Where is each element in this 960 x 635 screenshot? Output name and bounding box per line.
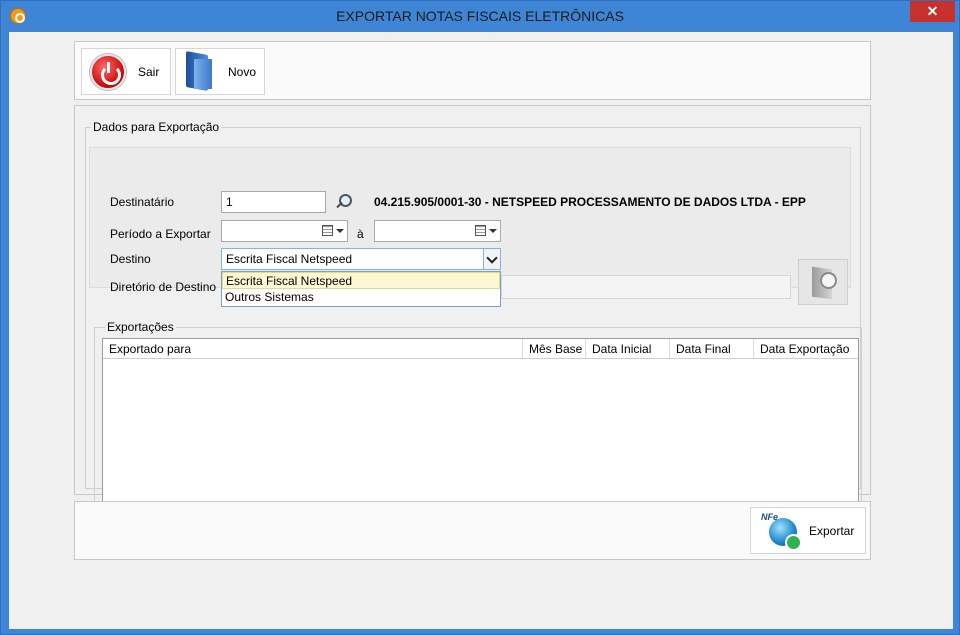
destinatario-info: 04.215.905/0001-30 - NETSPEED PROCESSAME… bbox=[374, 195, 806, 209]
destino-dropdown-list: Escrita Fiscal Netspeed Outros Sistemas bbox=[221, 271, 501, 307]
periodo-label: Período a Exportar bbox=[110, 227, 211, 241]
periodo-end-input[interactable] bbox=[374, 220, 501, 242]
dropdown-option[interactable]: Outros Sistemas bbox=[222, 289, 500, 306]
chevron-down-icon[interactable] bbox=[483, 249, 500, 269]
sair-button[interactable]: Sair bbox=[81, 48, 171, 95]
nfe-export-icon: NFe bbox=[761, 511, 802, 551]
destino-select[interactable]: Escrita Fiscal Netspeed bbox=[221, 248, 501, 270]
chevron-down-icon[interactable] bbox=[336, 229, 344, 233]
sair-label: Sair bbox=[138, 64, 160, 79]
app-window: EXPORTAR NOTAS FISCAIS ELETRÔNICAS ✕ Sai… bbox=[0, 0, 960, 635]
close-button[interactable]: ✕ bbox=[910, 1, 955, 22]
calendar-icon[interactable] bbox=[475, 225, 486, 236]
periodo-separator: à bbox=[357, 227, 364, 241]
column-header[interactable]: Exportado para bbox=[103, 339, 523, 359]
dropdown-option[interactable]: Escrita Fiscal Netspeed bbox=[222, 272, 500, 289]
destinatario-input[interactable]: 1 bbox=[221, 191, 326, 213]
column-header[interactable]: Data Inicial bbox=[586, 339, 670, 359]
destinatario-label: Destinatário bbox=[110, 195, 175, 209]
action-bar: NFe Exportar bbox=[74, 501, 871, 560]
new-folder-icon bbox=[186, 53, 214, 91]
column-header[interactable]: Data Exportação bbox=[754, 339, 858, 359]
diretorio-input[interactable] bbox=[501, 275, 791, 299]
chevron-down-icon[interactable] bbox=[489, 229, 497, 233]
destino-label: Destino bbox=[110, 252, 151, 266]
periodo-start-input[interactable] bbox=[221, 220, 348, 242]
exports-table: Exportado para Mês Base Data Inicial Dat… bbox=[102, 338, 859, 505]
export-data-group-label: Dados para Exportação bbox=[91, 120, 222, 134]
window-title: EXPORTAR NOTAS FISCAIS ELETRÔNICAS bbox=[336, 8, 624, 24]
toolbar: Sair Novo bbox=[74, 41, 871, 100]
exportar-label: Exportar bbox=[809, 523, 855, 538]
novo-label: Novo bbox=[228, 64, 257, 79]
exportar-button[interactable]: NFe Exportar bbox=[750, 507, 866, 554]
column-header[interactable]: Data Final bbox=[670, 339, 754, 359]
novo-button[interactable]: Novo bbox=[175, 48, 265, 95]
exports-group-label: Exportações bbox=[105, 320, 176, 334]
calendar-icon[interactable] bbox=[322, 225, 333, 236]
search-icon[interactable] bbox=[332, 192, 352, 212]
diretorio-label: Diretório de Destino bbox=[110, 280, 217, 294]
power-icon bbox=[90, 53, 126, 90]
column-header[interactable]: Mês Base bbox=[523, 339, 586, 359]
nfe-badge: NFe bbox=[761, 511, 779, 522]
table-header: Exportado para Mês Base Data Inicial Dat… bbox=[103, 339, 858, 359]
title-bar: EXPORTAR NOTAS FISCAIS ELETRÔNICAS ✕ bbox=[1, 1, 959, 32]
destino-selected-value: Escrita Fiscal Netspeed bbox=[226, 252, 353, 266]
browse-folder-button[interactable] bbox=[798, 259, 848, 305]
